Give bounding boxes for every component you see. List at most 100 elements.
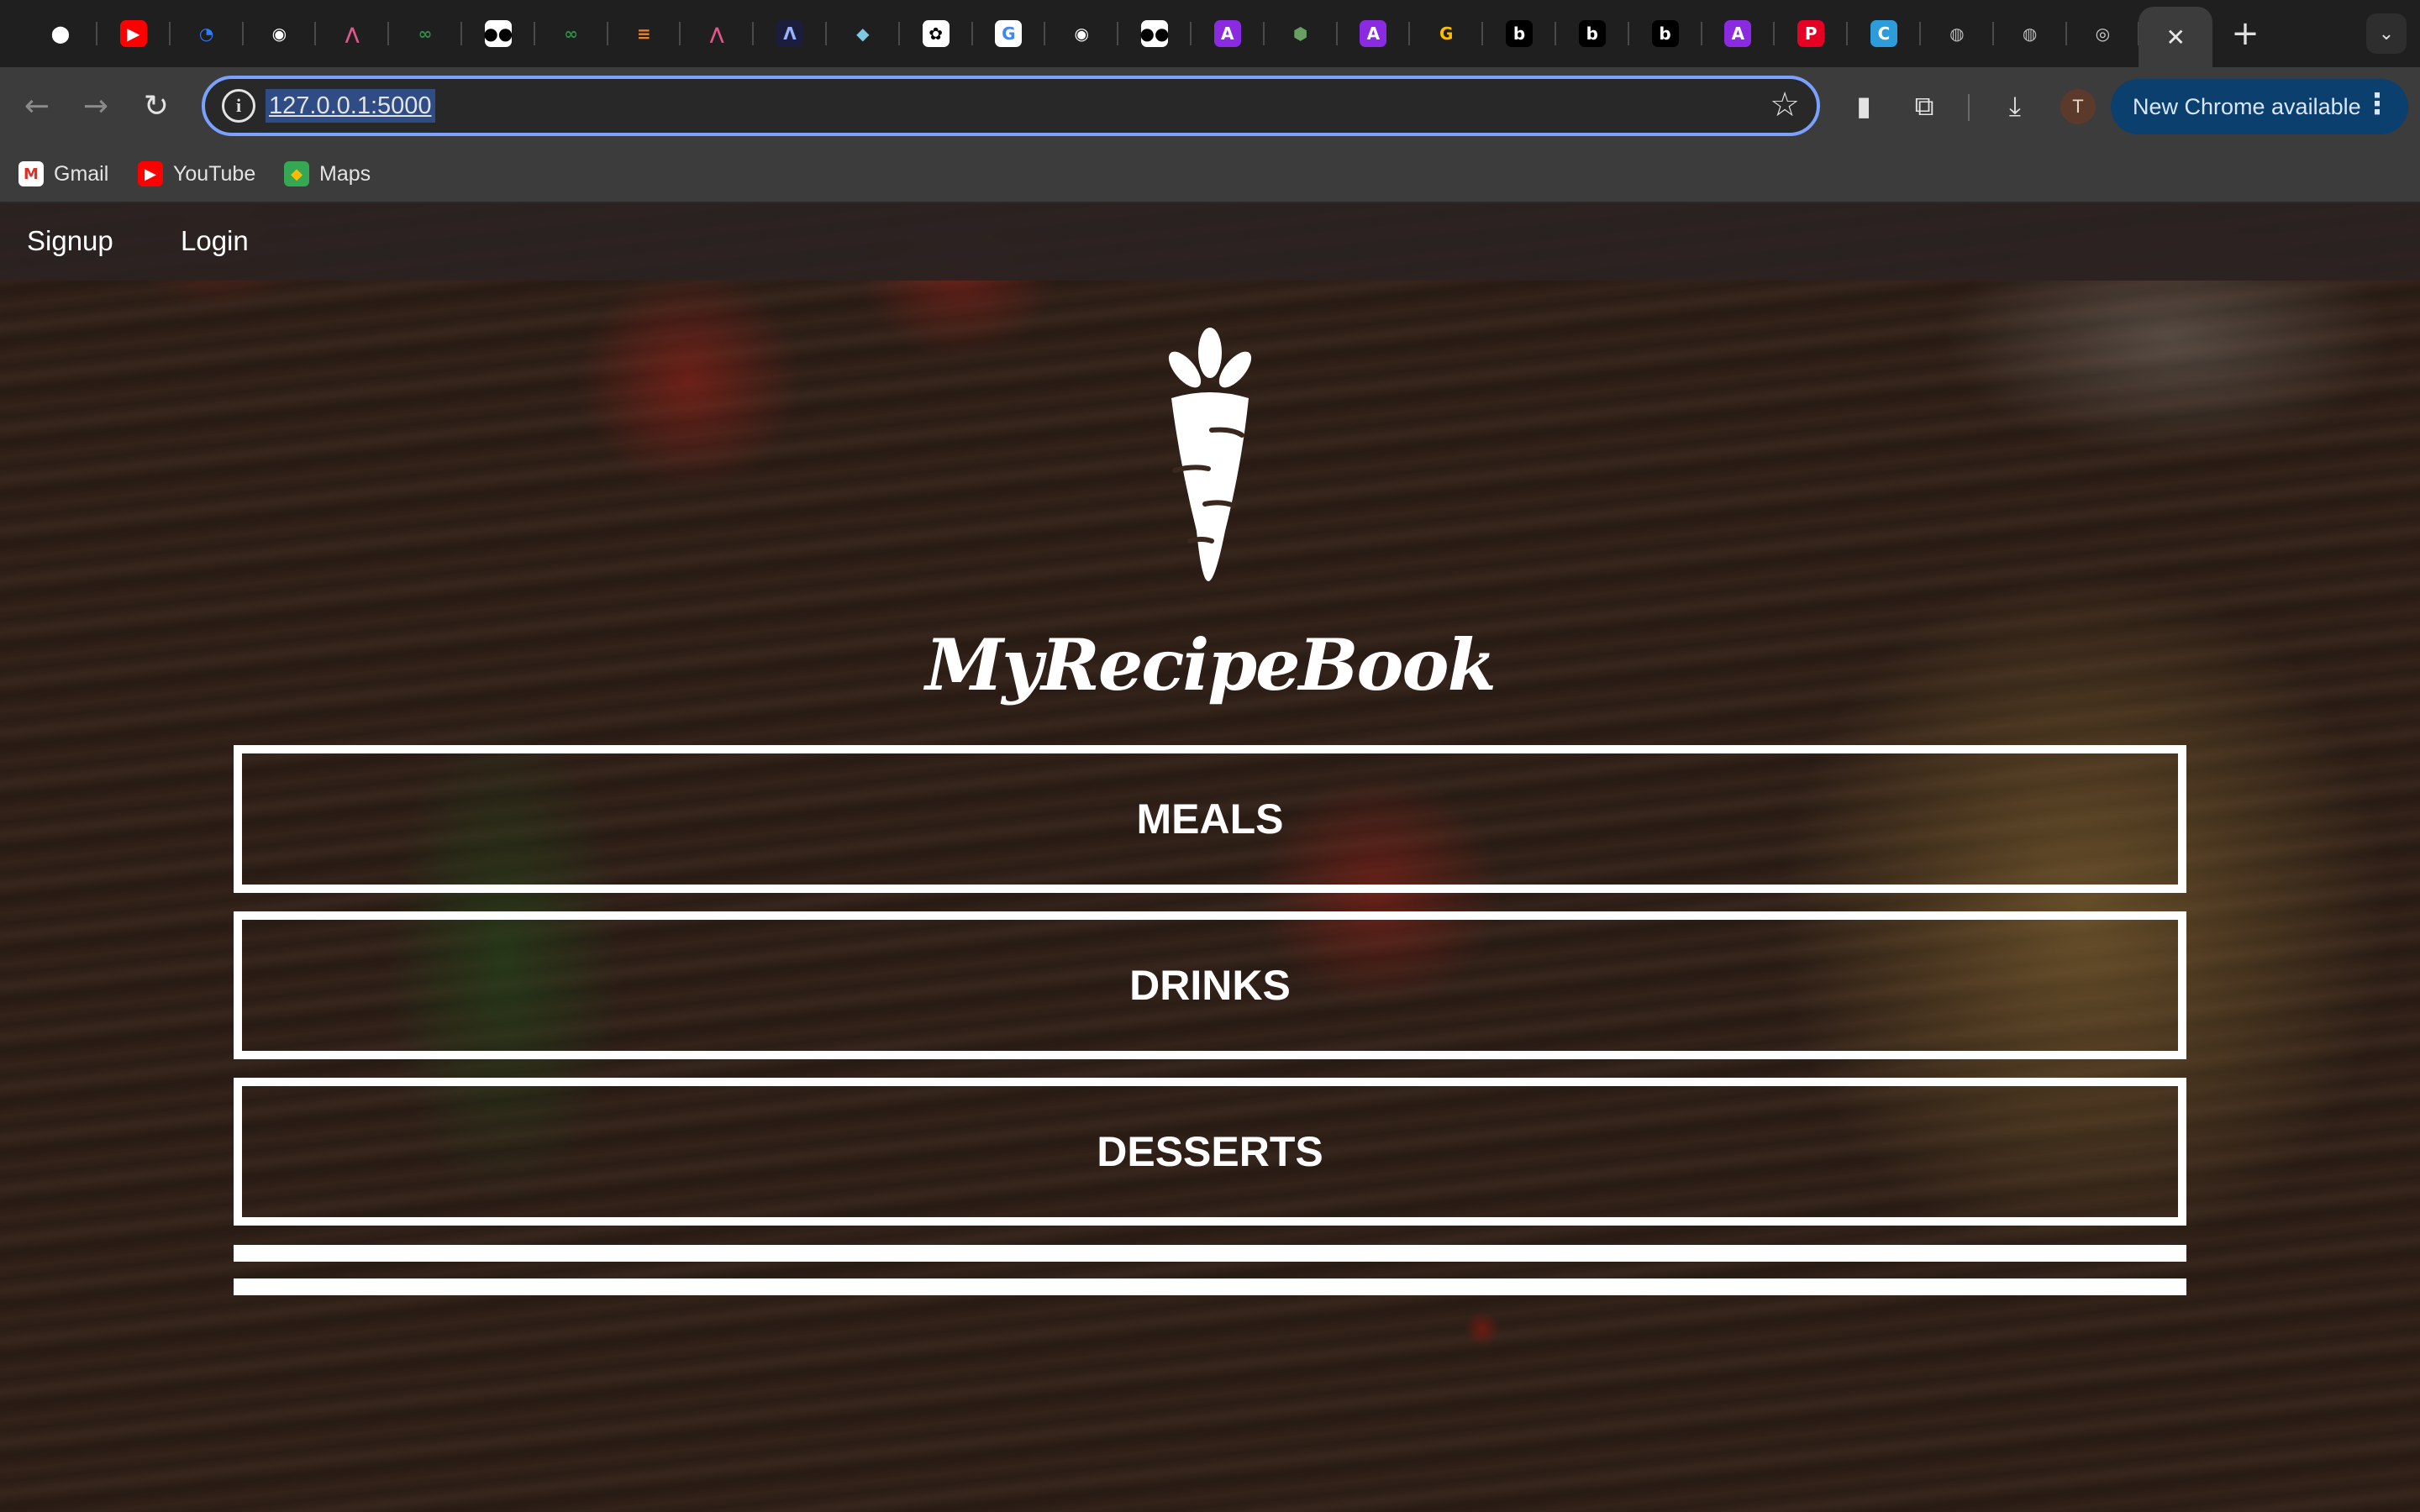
reading-list-icon[interactable]: ▮ xyxy=(1844,86,1884,126)
bookmark-label: Gmail xyxy=(54,161,109,186)
bookmark-gmail[interactable]: M Gmail xyxy=(18,156,108,192)
bookmark-maps[interactable]: ◆ Maps xyxy=(284,156,371,192)
tab[interactable]: b xyxy=(1482,0,1556,67)
tab[interactable]: ▶ xyxy=(97,0,171,67)
pinterest-icon: P xyxy=(1797,20,1825,47)
nodejs-icon: ⬢ xyxy=(1292,24,1308,44)
cube-icon: ◆ xyxy=(856,24,870,44)
tab[interactable]: Λ xyxy=(753,0,827,67)
download-icon[interactable]: ⤓ xyxy=(1995,86,2035,126)
bold-b-icon: b xyxy=(1651,20,1679,47)
tab[interactable]: b xyxy=(1555,0,1629,67)
site-navbar: Signup Login xyxy=(0,203,2420,281)
chrome-update-button[interactable]: New Chrome available ⋮ xyxy=(2111,79,2408,134)
bookmark-star-icon[interactable]: ☆ xyxy=(1770,86,1800,124)
stackoverflow-icon: ≡ xyxy=(637,24,651,44)
empty-category-button[interactable] xyxy=(234,1245,2186,1262)
tab[interactable]: ◎ xyxy=(2065,0,2140,67)
forward-button[interactable]: → xyxy=(74,84,118,128)
tab[interactable]: ⋀ xyxy=(315,0,390,67)
tab[interactable]: G xyxy=(1409,0,1484,67)
more-menu-icon[interactable]: ⋮ xyxy=(2363,87,2391,121)
tab[interactable]: ◍ xyxy=(1920,0,1994,67)
category-desserts-button[interactable]: DESSERTS xyxy=(234,1078,2186,1226)
tab[interactable]: A xyxy=(1336,0,1411,67)
google-icon: G xyxy=(995,20,1023,47)
tab[interactable]: C xyxy=(1847,0,1921,67)
bookmark-youtube[interactable]: ▶ YouTube xyxy=(138,156,255,192)
tab[interactable]: ◉ xyxy=(1044,0,1119,67)
canva-icon: C xyxy=(1870,20,1897,47)
angular-icon: A xyxy=(1213,20,1241,47)
bookmark-label: YouTube xyxy=(173,161,256,186)
bold-b-icon: b xyxy=(1506,20,1533,47)
tab[interactable]: ∞ xyxy=(534,0,608,67)
copilot-icon: ◉ xyxy=(1074,24,1089,44)
globe-icon: ◍ xyxy=(1949,24,1965,44)
youtube-icon: ▶ xyxy=(119,20,147,47)
tab[interactable]: ⋀ xyxy=(680,0,755,67)
bookmarks-bar: M Gmail ▶ YouTube ◆ Maps xyxy=(0,144,2420,203)
geeksforgeeks-icon: ∞ xyxy=(564,24,578,44)
category-drinks-button[interactable]: DRINKS xyxy=(234,911,2186,1059)
site-info-icon[interactable]: i xyxy=(222,89,255,123)
globe-icon: ◍ xyxy=(2022,24,2038,44)
copilot-icon: ◉ xyxy=(271,24,287,44)
angular-icon: A xyxy=(1360,20,1387,47)
gmail-icon: M xyxy=(18,161,44,186)
tab[interactable]: ●● xyxy=(1118,0,1192,67)
tab[interactable]: ⬤ xyxy=(24,0,97,67)
github-icon: ⬤ xyxy=(50,24,71,44)
bookmark-label: Maps xyxy=(319,161,371,186)
tab-search-button[interactable]: ⌄ xyxy=(2366,13,2407,54)
tab[interactable]: ⬢ xyxy=(1264,0,1338,67)
close-icon[interactable]: ✕ xyxy=(2165,24,2185,51)
tab[interactable]: ✿ xyxy=(899,0,973,67)
extensions-icon[interactable]: ⧉ xyxy=(1904,86,1944,126)
tab[interactable]: ◆ xyxy=(826,0,900,67)
youtube-icon: ▶ xyxy=(138,161,163,186)
bold-b-icon: b xyxy=(1578,20,1606,47)
page-viewport: Signup Login MyRecipeBook MEALS DRINKS D… xyxy=(0,203,2420,1512)
tab[interactable]: A xyxy=(1191,0,1265,67)
replit-icon: ⋀ xyxy=(345,24,360,44)
medium-icon: ●● xyxy=(483,20,513,47)
login-link[interactable]: Login xyxy=(181,225,249,257)
toolbar-separator xyxy=(1968,94,1970,121)
tab-strip: + ⌄ ⬤ ▶ ◔ ◉ ⋀ ∞ ●● ∞ ≡ ⋀ Λ ◆ ✿ G ◉ ●● A ⬢ A Gb b b A P C ◍ ◍ ◎ ✕ xyxy=(0,0,2420,67)
medium-icon: ●● xyxy=(1140,20,1169,47)
brand-title: MyRecipeBook xyxy=(925,623,1497,706)
tab[interactable]: P xyxy=(1774,0,1849,67)
tab[interactable]: ◉ xyxy=(242,0,317,67)
tab[interactable]: G xyxy=(971,0,1046,67)
empty-category-button[interactable] xyxy=(234,1278,2186,1295)
new-tab-button[interactable]: + xyxy=(2225,13,2265,54)
angular-icon: A xyxy=(1724,20,1752,47)
reload-button[interactable]: ↻ xyxy=(134,84,178,128)
tab[interactable]: ●● xyxy=(461,0,535,67)
replit-icon: ⋀ xyxy=(709,24,724,44)
chrome-icon: ◎ xyxy=(2095,24,2111,44)
google-cloud-icon: G xyxy=(1439,24,1454,44)
tab[interactable]: b xyxy=(1628,0,1702,67)
openai-icon: ✿ xyxy=(922,20,950,47)
browser-toolbar: ← → ↻ i 127.0.0.1:5000 ☆ ▮ ⧉ ⤓ T New Chr… xyxy=(0,67,2420,144)
tab[interactable]: ◔ xyxy=(170,0,244,67)
chrome-update-label: New Chrome available xyxy=(2133,93,2361,119)
react-devtools-icon: Λ xyxy=(776,20,803,47)
tab[interactable]: ≡ xyxy=(607,0,681,67)
back-button[interactable]: ← xyxy=(15,84,59,128)
signup-link[interactable]: Signup xyxy=(27,225,113,257)
tab[interactable]: A xyxy=(1701,0,1776,67)
digitalocean-icon: ◔ xyxy=(198,24,214,44)
address-bar[interactable]: i 127.0.0.1:5000 ☆ xyxy=(202,76,1820,136)
geeksforgeeks-icon: ∞ xyxy=(418,24,433,44)
address-url[interactable]: 127.0.0.1:5000 xyxy=(266,89,435,123)
tab[interactable]: ∞ xyxy=(388,0,462,67)
category-meals-button[interactable]: MEALS xyxy=(234,745,2186,893)
carrot-logo-icon xyxy=(1168,328,1252,581)
maps-icon: ◆ xyxy=(284,161,309,186)
tab[interactable]: ◍ xyxy=(1993,0,2067,67)
tab-active[interactable]: ✕ xyxy=(2139,7,2213,67)
profile-avatar[interactable]: T xyxy=(2060,89,2096,124)
